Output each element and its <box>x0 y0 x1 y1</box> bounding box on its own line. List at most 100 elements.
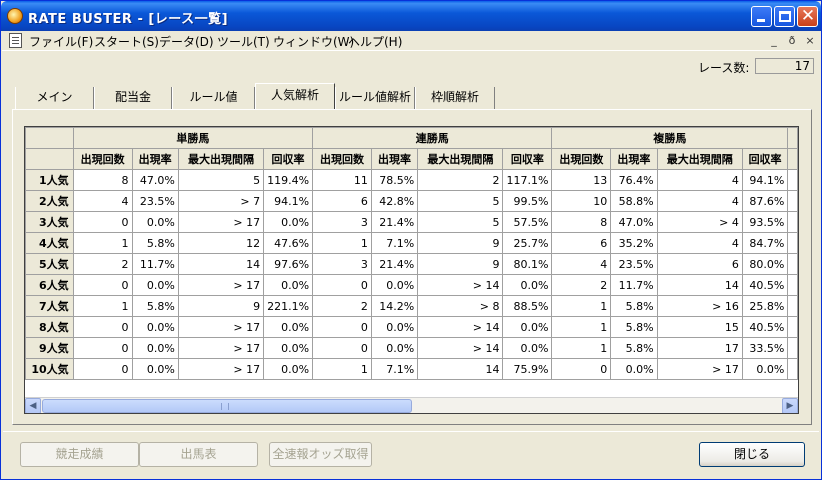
tab-rule-values[interactable]: ルール値 <box>172 87 255 109</box>
document-icon[interactable] <box>9 33 22 48</box>
table-cell: 0.0% <box>263 358 314 380</box>
table-cell: 0.0% <box>131 316 179 338</box>
corner-cell <box>25 148 74 170</box>
table-cell: 75.9% <box>502 358 553 380</box>
table-cell: 11.7% <box>131 253 179 275</box>
table-cell: 1 <box>72 295 133 317</box>
overflow-cell <box>787 127 798 149</box>
table-cell: 21.4% <box>370 253 419 275</box>
table-cell: 11 <box>312 169 372 191</box>
table-cell: 0 <box>72 316 133 338</box>
table-cell: 97.6% <box>263 253 314 275</box>
table-cell: 47.6% <box>263 232 314 254</box>
close-icon: ✕ <box>800 6 816 26</box>
table-cell: 0.0% <box>131 358 179 380</box>
mdi-close-button[interactable]: × <box>803 34 817 48</box>
table-cell: 5.8% <box>610 337 658 359</box>
table-row[interactable]: 8人気 0 0.0% > 17 0.0% 0 0.0% > 14 0.0% 1 5.8% 15 40.5… <box>25 316 798 338</box>
table-cell: 35.2% <box>610 232 658 254</box>
popularity-grid[interactable]: 単勝馬 連勝馬 複勝馬 出現回数 出現率 最大出現間隔 回収率 出現回数 出現率 最大出現間隔 回収… <box>24 126 799 414</box>
maximize-icon <box>779 11 791 22</box>
table-cell: 0 <box>72 337 133 359</box>
table-cell: 15 <box>656 316 743 338</box>
column-header: 回収率 <box>263 148 314 170</box>
table-cell: 0 <box>72 274 133 296</box>
table-cell: 14 <box>177 253 265 275</box>
table-cell: 8 <box>72 169 133 191</box>
table-cell: > 17 <box>177 211 265 233</box>
table-cell: 3 <box>312 211 372 233</box>
row-header: 4人気 <box>25 232 74 254</box>
table-row[interactable]: 9人気 0 0.0% > 17 0.0% 0 0.0% > 14 0.0% 1 5.8% 17 33.5… <box>25 337 798 359</box>
maximize-button[interactable] <box>774 6 795 27</box>
table-cell: 57.5% <box>502 211 553 233</box>
title-bar[interactable]: RATE BUSTER - [レース一覧] ✕ <box>1 1 821 31</box>
tab-dividends[interactable]: 配当金 <box>94 87 172 109</box>
close-window-button[interactable]: ✕ <box>797 6 818 27</box>
table-row[interactable]: 1人気 8 47.0% 5 119.4% 11 78.5% 2 117.1% 13 76.4% 4 94… <box>25 169 798 191</box>
column-header: 出現回数 <box>312 148 372 170</box>
tab-main[interactable]: メイン <box>15 87 94 109</box>
table-cell: > 14 <box>417 274 504 296</box>
table-cell: 76.4% <box>610 169 658 191</box>
app-logo-icon <box>7 8 23 24</box>
menu-start[interactable]: スタート(S) <box>94 33 159 50</box>
menu-tools[interactable]: ツール(T) <box>217 33 270 50</box>
tab-rule-value-analysis[interactable]: ルール値解析 <box>335 87 415 109</box>
table-row[interactable]: 10人気 0 0.0% > 17 0.0% 1 7.1% 14 75.9% 0 0.0% > 17 0.… <box>25 358 798 380</box>
row-header: 3人気 <box>25 211 74 233</box>
minimize-button[interactable] <box>751 6 772 27</box>
corner-cell <box>25 127 74 149</box>
table-cell: 117.1% <box>502 169 553 191</box>
menu-window[interactable]: ウィンドウ(W) <box>273 33 354 50</box>
tab-gate-analysis[interactable]: 枠順解析 <box>415 87 495 109</box>
table-cell: 5.8% <box>610 316 658 338</box>
tab-popularity-analysis[interactable]: 人気解析 <box>255 83 335 109</box>
table-cell: 0.0% <box>131 337 179 359</box>
column-header: 回収率 <box>741 148 789 170</box>
column-header: 最大出現間隔 <box>177 148 265 170</box>
table-cell: 14 <box>417 358 504 380</box>
table-row[interactable]: 4人気 1 5.8% 12 47.6% 1 7.1% 9 25.7% 6 35.2% 4 84.7% <box>25 232 798 254</box>
fetch-all-odds-button[interactable]: 全速報オッズ取得 <box>269 442 372 467</box>
table-cell: 0.0% <box>131 211 179 233</box>
horizontal-scrollbar[interactable]: ◀ ▶ <box>25 397 798 413</box>
menu-data[interactable]: データ(D) <box>159 33 214 50</box>
table-cell: > 8 <box>417 295 504 317</box>
table-cell: 9 <box>177 295 265 317</box>
menu-help[interactable]: ヘルプ(H) <box>348 33 402 50</box>
mdi-restore-button[interactable]: ð <box>785 34 799 48</box>
race-card-button[interactable]: 出馬表 <box>139 442 258 467</box>
table-cell: 25.7% <box>502 232 553 254</box>
table-cell: 9 <box>417 253 504 275</box>
table-cell: 0.0% <box>263 274 314 296</box>
menu-file[interactable]: ファイル(F) <box>29 33 93 50</box>
table-cell: 14.2% <box>370 295 419 317</box>
scroll-left-button[interactable]: ◀ <box>25 398 41 413</box>
table-cell: > 17 <box>177 337 265 359</box>
window-title: RATE BUSTER - [レース一覧] <box>28 12 229 27</box>
table-row[interactable]: 3人気 0 0.0% > 17 0.0% 3 21.4% 5 57.5% 8 47.0% > 4 93.… <box>25 211 798 233</box>
table-cell: > 14 <box>417 337 504 359</box>
overflow-cell <box>787 232 798 254</box>
column-header: 最大出現間隔 <box>656 148 743 170</box>
table-row[interactable]: 6人気 0 0.0% > 17 0.0% 0 0.0% > 14 0.0% 2 11.7% 14 40.… <box>25 274 798 296</box>
table-cell: 94.1% <box>263 190 314 212</box>
table-cell: > 14 <box>417 316 504 338</box>
table-cell: 5 <box>177 169 265 191</box>
table-cell: 0.0% <box>502 274 553 296</box>
overflow-cell <box>787 169 798 191</box>
scroll-right-button[interactable]: ▶ <box>782 398 798 413</box>
close-button[interactable]: 閉じる <box>699 442 805 467</box>
table-row[interactable]: 7人気 1 5.8% 9 221.1% 2 14.2% > 8 88.5% 1 5.8% > 16 25… <box>25 295 798 317</box>
scrollbar-thumb[interactable] <box>42 399 412 413</box>
table-cell: 2 <box>312 295 372 317</box>
table-cell: 0 <box>312 274 372 296</box>
table-cell: > 17 <box>177 274 265 296</box>
table-row[interactable]: 2人気 4 23.5% > 7 94.1% 6 42.8% 5 99.5% 10 58.8% 4 87.… <box>25 190 798 212</box>
table-row[interactable]: 5人気 2 11.7% 14 97.6% 3 21.4% 9 80.1% 4 23.5% 6 80.0% <box>25 253 798 275</box>
mdi-minimize-button[interactable]: _ <box>767 34 781 48</box>
table-cell: 78.5% <box>370 169 419 191</box>
race-results-button[interactable]: 競走成績 <box>20 442 139 467</box>
table-cell: 1 <box>551 295 612 317</box>
